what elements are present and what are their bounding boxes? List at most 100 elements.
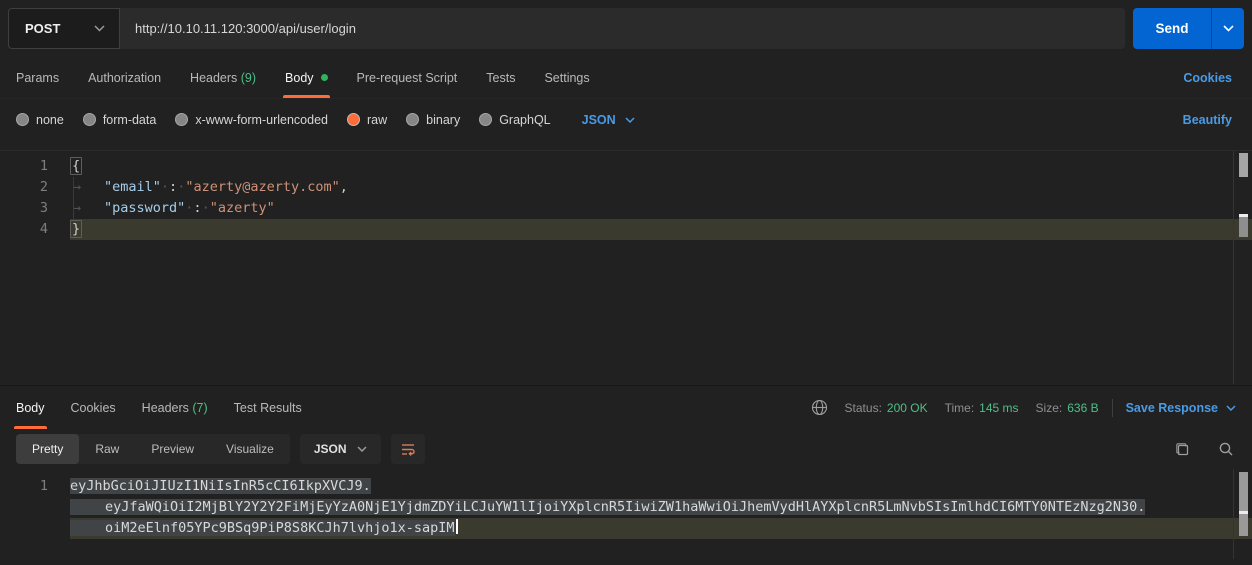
chevron-down-icon — [357, 446, 367, 452]
radio-label: raw — [367, 113, 387, 127]
selected-text: oiM2eElnf05YPc9BSq9PiP8S8KCJh7lvhjo1x-sa… — [70, 520, 455, 536]
radio-label: form-data — [103, 113, 157, 127]
chevron-down-icon — [94, 25, 105, 32]
overview-cursor-mark — [1239, 511, 1248, 514]
headers-count: (7) — [189, 401, 208, 415]
scrollbar-thumb[interactable] — [1239, 217, 1248, 237]
headers-count: (9) — [237, 71, 256, 85]
send-options-button[interactable] — [1211, 8, 1244, 49]
save-response-button[interactable]: Save Response — [1126, 401, 1236, 415]
json-key: "email" — [104, 179, 161, 195]
text-cursor — [456, 519, 458, 534]
raw-language-select[interactable]: JSON — [582, 113, 635, 127]
cookies-link[interactable]: Cookies — [1183, 57, 1232, 99]
tab-label: Tests — [486, 71, 515, 85]
response-tab-cookies[interactable]: Cookies — [71, 386, 116, 429]
tab-label: Authorization — [88, 71, 161, 85]
radio-x-www-form-urlencoded[interactable]: x-www-form-urlencoded — [175, 113, 328, 127]
word-wrap-button[interactable] — [391, 434, 425, 464]
search-icon[interactable] — [1218, 441, 1234, 457]
language-label: JSON — [582, 113, 616, 127]
editor-line-2: 2 →"email"·:·"azerty@azerty.com", — [0, 177, 1252, 198]
chevron-down-icon — [625, 117, 635, 123]
method-url-group: POST — [8, 8, 1125, 49]
tab-params[interactable]: Params — [16, 57, 59, 98]
line-number: 1 — [0, 156, 70, 177]
beautify-link[interactable]: Beautify — [1183, 99, 1232, 140]
response-scrollbar[interactable] — [1233, 469, 1252, 559]
status-value: 200 OK — [887, 401, 928, 415]
response-row-1: 1 eyJhbGciOiJIUzI1NiIsInR5cCI6IkpXVCJ9. — [0, 476, 1252, 497]
editor-scrollbar[interactable] — [1233, 151, 1252, 384]
response-tab-body[interactable]: Body — [16, 386, 45, 429]
close-brace: } — [70, 220, 82, 238]
selected-text: eyJfaWQiOiI2MjBlY2Y2Y2FiMjEyYzA0NjE1Yjdm… — [70, 499, 1145, 515]
response-tab-test-results[interactable]: Test Results — [234, 386, 302, 429]
radio-icon — [16, 113, 29, 126]
chevron-down-icon — [1226, 405, 1236, 411]
response-section: Body Cookies Headers (7) Test Results St… — [0, 385, 1252, 565]
editor-line-4-current: 4 } — [0, 219, 1252, 240]
send-button-group: Send — [1133, 8, 1244, 49]
view-visualize[interactable]: Visualize — [210, 434, 290, 464]
editor-line-3: 3 →"password"·:·"azerty" — [0, 198, 1252, 219]
save-response-label: Save Response — [1126, 401, 1218, 415]
request-body-editor[interactable]: 1 { 2 →"email"·:·"azerty@azerty.com", 3 … — [0, 150, 1252, 384]
send-label: Send — [1155, 21, 1188, 36]
view-pretty[interactable]: Pretty — [16, 434, 79, 464]
tab-label: Params — [16, 71, 59, 85]
tab-settings[interactable]: Settings — [544, 57, 589, 98]
radio-none[interactable]: none — [16, 113, 64, 127]
request-tabs: Params Authorization Headers (9) Body Pr… — [0, 57, 1252, 99]
tab-pre-request-script[interactable]: Pre-request Script — [357, 57, 458, 98]
line-number: 1 — [0, 476, 70, 497]
tab-label: Settings — [544, 71, 589, 85]
size-value: 636 B — [1067, 401, 1098, 415]
line-number: 3 — [0, 198, 70, 219]
response-meta: Status: 200 OK Time: 145 ms Size: 636 B … — [811, 386, 1236, 429]
tab-arrow-icon: → — [70, 177, 104, 198]
tab-label: Headers (9) — [190, 71, 256, 85]
tab-body[interactable]: Body — [285, 57, 328, 98]
radio-icon — [479, 113, 492, 126]
response-row-3: oiM2eElnf05YPc9BSq9PiP8S8KCJh7lvhjo1x-sa… — [0, 518, 1252, 539]
json-key: "password" — [104, 200, 185, 216]
response-tabs: Body Cookies Headers (7) Test Results St… — [0, 386, 1252, 429]
url-input[interactable] — [120, 8, 1125, 49]
selected-text: eyJhbGciOiJIUzI1NiIsInR5cCI6IkpXVCJ9. — [70, 478, 371, 494]
time-value: 145 ms — [979, 401, 1018, 415]
tab-label: Test Results — [234, 401, 302, 415]
divider — [1112, 399, 1113, 417]
scrollbar-thumb[interactable] — [1239, 153, 1248, 177]
tab-label: Cookies — [71, 401, 116, 415]
radio-graphql[interactable]: GraphQL — [479, 113, 550, 127]
json-value: "azerty@azerty.com" — [185, 179, 339, 195]
view-raw[interactable]: Raw — [79, 434, 135, 464]
response-body-editor[interactable]: 1 eyJhbGciOiJIUzI1NiIsInR5cCI6IkpXVCJ9. … — [0, 469, 1252, 559]
tab-tests[interactable]: Tests — [486, 57, 515, 98]
response-tab-headers[interactable]: Headers (7) — [142, 386, 208, 429]
scrollbar-thumb[interactable] — [1239, 472, 1248, 536]
indent-guide — [73, 177, 74, 219]
radio-form-data[interactable]: form-data — [83, 113, 157, 127]
tab-label: Headers (7) — [142, 401, 208, 415]
radio-label: x-www-form-urlencoded — [195, 113, 328, 127]
time-label: Time: — [945, 401, 975, 415]
json-value: "azerty" — [210, 200, 275, 216]
radio-raw[interactable]: raw — [347, 113, 387, 127]
line-number: 4 — [0, 219, 70, 240]
globe-icon — [811, 399, 828, 416]
chevron-down-icon — [1223, 25, 1234, 32]
view-preview[interactable]: Preview — [135, 434, 210, 464]
method-label: POST — [25, 21, 60, 36]
send-button[interactable]: Send — [1133, 8, 1211, 49]
word-wrap-icon — [400, 441, 416, 457]
tab-headers[interactable]: Headers (9) — [190, 57, 256, 98]
response-language-select[interactable]: JSON — [300, 434, 381, 464]
radio-binary[interactable]: binary — [406, 113, 460, 127]
tab-authorization[interactable]: Authorization — [88, 57, 161, 98]
method-select[interactable]: POST — [8, 8, 120, 49]
copy-icon[interactable] — [1174, 441, 1190, 457]
active-tab-underline — [283, 95, 330, 98]
editor-line-1: 1 { — [0, 156, 1252, 177]
